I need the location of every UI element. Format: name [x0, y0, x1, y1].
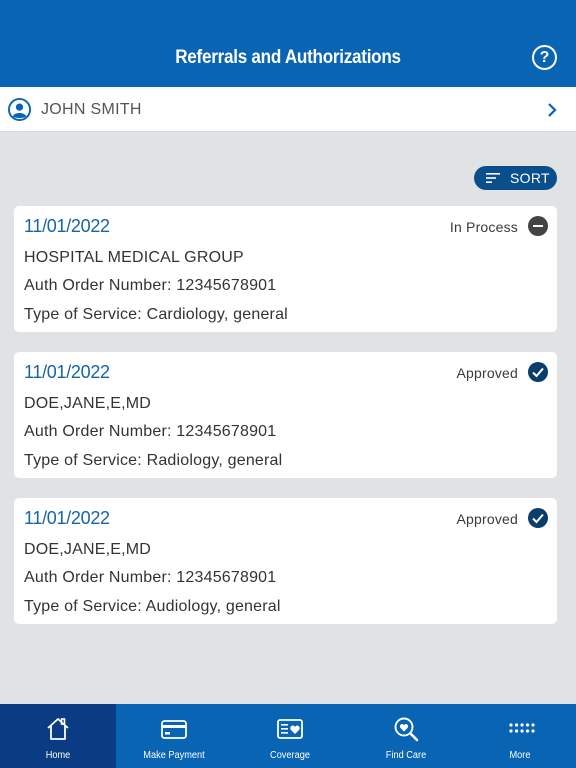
in-process-icon	[528, 216, 548, 236]
tab-find-care[interactable]: Find Care	[348, 704, 464, 768]
tab-label: Find Care	[385, 750, 427, 761]
app-header: Referrals and Authorizations ?	[0, 0, 576, 87]
bottom-tab-bar: Home Make Payment Coverage Find Care Mor…	[0, 704, 576, 768]
type-of-service: Type of Service: Audiology, general	[24, 598, 281, 615]
search-heart-icon	[394, 717, 419, 742]
credit-card-icon	[161, 720, 187, 739]
tab-coverage[interactable]: Coverage	[232, 704, 348, 768]
provider-name: HOSPITAL MEDICAL GROUP	[24, 249, 244, 266]
tab-make-payment[interactable]: Make Payment	[116, 704, 232, 768]
sort-button[interactable]: SORT	[474, 166, 557, 190]
tab-label: Make Payment	[143, 750, 205, 761]
approved-check-icon	[528, 508, 548, 528]
coverage-card-icon	[277, 719, 303, 739]
tab-label: Home	[45, 750, 71, 761]
status-label: Approved	[456, 365, 518, 381]
member-selector[interactable]: JOHN SMITH	[0, 87, 576, 132]
member-name: JOHN SMITH	[41, 101, 142, 118]
tab-home[interactable]: Home	[0, 704, 116, 768]
provider-name: DOE,JANE,E,MD	[24, 541, 152, 558]
tab-label: Coverage	[270, 750, 310, 761]
approved-check-icon	[528, 362, 548, 382]
status-label: Approved	[456, 511, 518, 527]
auth-order-number: Auth Order Number: 12345678901	[24, 277, 277, 294]
page-title: Referrals and Authorizations	[175, 47, 401, 68]
chevron-right-icon[interactable]	[545, 101, 559, 119]
card-date: 11/01/2022	[24, 216, 110, 236]
help-button[interactable]: ?	[532, 45, 557, 70]
user-avatar-icon	[8, 98, 31, 121]
authorization-card[interactable]: 11/01/2022 Approved DOE,JANE,E,MD Auth O…	[14, 352, 557, 478]
auth-order-number: Auth Order Number: 12345678901	[24, 569, 277, 586]
tab-label: More	[509, 750, 531, 761]
authorization-card[interactable]: 11/01/2022 In Process HOSPITAL MEDICAL G…	[14, 206, 557, 332]
sort-icon	[486, 173, 500, 183]
tab-more[interactable]: More	[464, 704, 576, 768]
card-date: 11/01/2022	[24, 362, 110, 382]
authorization-card[interactable]: 11/01/2022 Approved DOE,JANE,E,MD Auth O…	[14, 498, 557, 624]
card-date: 11/01/2022	[24, 508, 110, 528]
sort-label: SORT	[510, 170, 550, 186]
auth-order-number: Auth Order Number: 12345678901	[24, 423, 277, 440]
home-icon	[47, 718, 69, 740]
type-of-service: Type of Service: Cardiology, general	[24, 306, 288, 323]
provider-name: DOE,JANE,E,MD	[24, 395, 152, 412]
type-of-service: Type of Service: Radiology, general	[24, 452, 283, 469]
more-dots-icon	[509, 723, 535, 733]
status-label: In Process	[449, 219, 518, 235]
